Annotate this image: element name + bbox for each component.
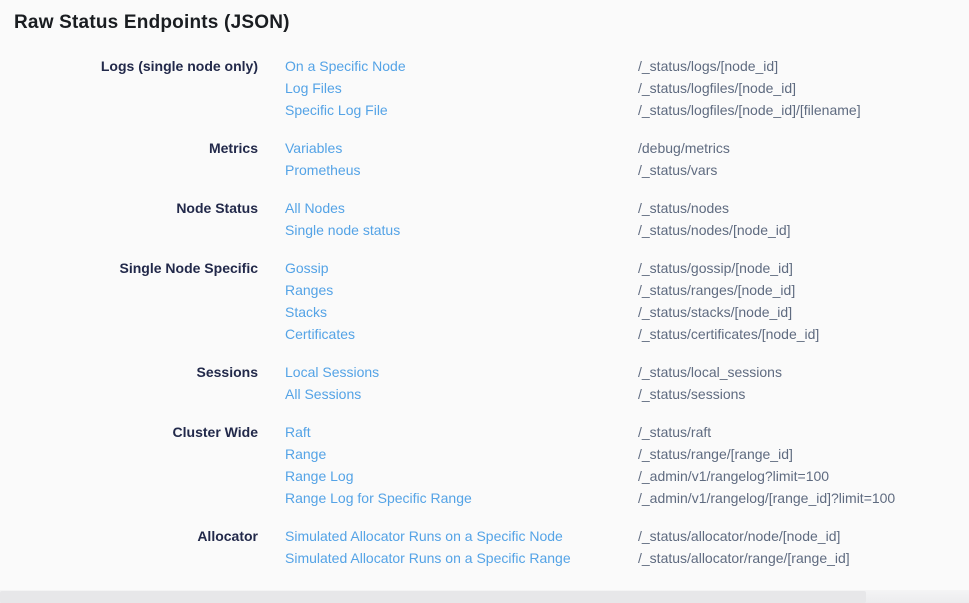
endpoint-path: /_status/nodes (638, 197, 729, 219)
endpoint-row: Certificates/_status/certificates/[node_… (285, 323, 819, 345)
endpoint-path: /_status/sessions (638, 383, 745, 405)
endpoint-section: Node Status All Nodes/_status/nodesSingle… (0, 197, 969, 241)
endpoint-link[interactable]: Simulated Allocator Runs on a Specific N… (285, 525, 638, 547)
endpoint-path: /debug/metrics (638, 137, 730, 159)
endpoint-link[interactable]: On a Specific Node (285, 55, 638, 77)
page-title: Raw Status Endpoints (JSON) (14, 12, 290, 34)
endpoint-row: Local Sessions/_status/local_sessions (285, 361, 782, 383)
category-label: Allocator (0, 525, 258, 547)
endpoint-link[interactable]: Range Log for Specific Range (285, 487, 638, 509)
endpoint-link[interactable]: All Nodes (285, 197, 638, 219)
endpoint-row: Range Log/_admin/v1/rangelog?limit=100 (285, 465, 895, 487)
endpoint-link[interactable]: Ranges (285, 279, 638, 301)
endpoint-row: Gossip/_status/gossip/[node_id] (285, 257, 819, 279)
endpoint-section: Logs (single node only) On a Specific Nod… (0, 55, 969, 121)
endpoint-rows: Local Sessions/_status/local_sessionsAll… (285, 361, 782, 405)
endpoint-row: Raft/_status/raft (285, 421, 895, 443)
endpoint-link[interactable]: Prometheus (285, 159, 638, 181)
endpoint-path: /_status/logs/[node_id] (638, 55, 778, 77)
endpoint-section: Single Node Specific Gossip/_status/gossi… (0, 257, 969, 345)
endpoint-row: Simulated Allocator Runs on a Specific R… (285, 547, 850, 569)
endpoint-link[interactable]: Range (285, 443, 638, 465)
endpoint-row: Log Files/_status/logfiles/[node_id] (285, 77, 861, 99)
endpoint-path: /_status/range/[range_id] (638, 443, 793, 465)
endpoint-path: /_status/logfiles/[node_id] (638, 77, 796, 99)
category-label: Cluster Wide (0, 421, 258, 443)
endpoint-link[interactable]: Local Sessions (285, 361, 638, 383)
endpoint-path: /_status/gossip/[node_id] (638, 257, 793, 279)
endpoint-rows: On a Specific Node/_status/logs/[node_id… (285, 55, 861, 121)
category-label: Sessions (0, 361, 258, 383)
endpoint-path: /_status/local_sessions (638, 361, 782, 383)
category-label: Logs (single node only) (0, 55, 258, 77)
endpoint-path: /_status/logfiles/[node_id]/[filename] (638, 99, 861, 121)
endpoint-row: Range Log for Specific Range/_admin/v1/r… (285, 487, 895, 509)
endpoint-section: Cluster Wide Raft/_status/raftRange/_stat… (0, 421, 969, 509)
endpoint-row: Specific Log File/_status/logfiles/[node… (285, 99, 861, 121)
endpoint-rows: Gossip/_status/gossip/[node_id]Ranges/_s… (285, 257, 819, 345)
category-label: Node Status (0, 197, 258, 219)
endpoint-path: /_status/ranges/[node_id] (638, 279, 795, 301)
endpoint-path: /_status/raft (638, 421, 711, 443)
endpoint-row: Stacks/_status/stacks/[node_id] (285, 301, 819, 323)
endpoint-row: Range/_status/range/[range_id] (285, 443, 895, 465)
endpoint-link[interactable]: Raft (285, 421, 638, 443)
endpoint-section: Sessions Local Sessions/_status/local_ses… (0, 361, 969, 405)
endpoint-path: /_status/allocator/node/[node_id] (638, 525, 840, 547)
endpoint-row: Prometheus/_status/vars (285, 159, 730, 181)
endpoint-row: Variables/debug/metrics (285, 137, 730, 159)
endpoint-link[interactable]: Specific Log File (285, 99, 638, 121)
category-label: Single Node Specific (0, 257, 258, 279)
endpoint-path: /_status/allocator/range/[range_id] (638, 547, 850, 569)
endpoint-link[interactable]: Single node status (285, 219, 638, 241)
endpoint-row: On a Specific Node/_status/logs/[node_id… (285, 55, 861, 77)
endpoint-path: /_status/vars (638, 159, 717, 181)
endpoint-path: /_admin/v1/rangelog/[range_id]?limit=100 (638, 487, 895, 509)
endpoint-path: /_status/stacks/[node_id] (638, 301, 792, 323)
endpoint-rows: Simulated Allocator Runs on a Specific N… (285, 525, 850, 569)
endpoint-link[interactable]: All Sessions (285, 383, 638, 405)
category-label: Metrics (0, 137, 258, 159)
endpoint-link[interactable]: Log Files (285, 77, 638, 99)
endpoint-path: /_status/nodes/[node_id] (638, 219, 791, 241)
endpoint-link[interactable]: Gossip (285, 257, 638, 279)
endpoint-section: Metrics Variables/debug/metricsPrometheus… (0, 137, 969, 181)
endpoint-row: Single node status/_status/nodes/[node_i… (285, 219, 791, 241)
endpoint-link[interactable]: Variables (285, 137, 638, 159)
raw-status-endpoints-page: Raw Status Endpoints (JSON) Logs (single… (0, 0, 969, 603)
endpoints-list: Logs (single node only) On a Specific Nod… (0, 55, 969, 585)
endpoint-row: All Nodes/_status/nodes (285, 197, 791, 219)
endpoint-link[interactable]: Stacks (285, 301, 638, 323)
endpoint-rows: Variables/debug/metricsPrometheus/_statu… (285, 137, 730, 181)
endpoint-row: Ranges/_status/ranges/[node_id] (285, 279, 819, 301)
horizontal-scrollbar[interactable] (0, 590, 969, 603)
endpoint-link[interactable]: Certificates (285, 323, 638, 345)
endpoint-link[interactable]: Simulated Allocator Runs on a Specific R… (285, 547, 638, 569)
endpoint-rows: All Nodes/_status/nodesSingle node statu… (285, 197, 791, 241)
endpoint-row: Simulated Allocator Runs on a Specific N… (285, 525, 850, 547)
horizontal-scrollbar-thumb[interactable] (0, 591, 866, 603)
endpoint-path: /_admin/v1/rangelog?limit=100 (638, 465, 829, 487)
endpoint-section: Allocator Simulated Allocator Runs on a S… (0, 525, 969, 569)
endpoint-rows: Raft/_status/raftRange/_status/range/[ra… (285, 421, 895, 509)
endpoint-path: /_status/certificates/[node_id] (638, 323, 819, 345)
endpoint-link[interactable]: Range Log (285, 465, 638, 487)
endpoint-row: All Sessions/_status/sessions (285, 383, 782, 405)
